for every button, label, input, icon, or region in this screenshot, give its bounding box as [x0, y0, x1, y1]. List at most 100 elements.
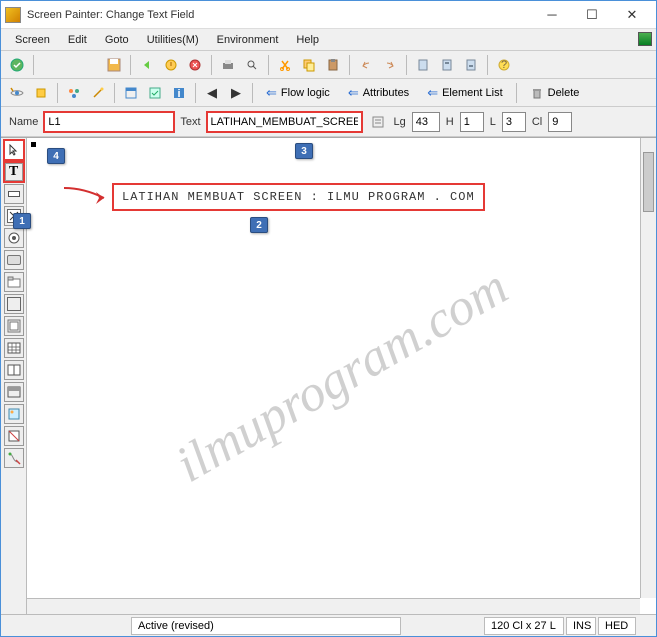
- display-icon[interactable]: [7, 83, 27, 103]
- l-label: L: [490, 116, 496, 128]
- delete-label: Delete: [548, 87, 580, 99]
- flow-logic-button[interactable]: ⇐Flow logic: [259, 83, 337, 103]
- titlebar: Screen Painter: Change Text Field ─ ☐ ✕: [1, 1, 656, 29]
- cut-icon[interactable]: [275, 55, 295, 75]
- flow-logic-label: Flow logic: [281, 87, 330, 99]
- separator: [349, 55, 350, 75]
- tool-status-icon[interactable]: [4, 426, 24, 446]
- toolbox: T: [1, 138, 27, 614]
- separator: [114, 83, 115, 103]
- close-button[interactable]: ✕: [612, 2, 652, 28]
- h-label: H: [446, 116, 454, 128]
- menu-screen[interactable]: Screen: [7, 32, 58, 48]
- check2-icon[interactable]: [145, 83, 165, 103]
- canvas[interactable]: LATIHAN MEMBUAT SCREEN : ILMU PROGRAM . …: [27, 138, 656, 614]
- menu-help[interactable]: Help: [288, 32, 327, 48]
- status-active: Active (revised): [131, 617, 401, 635]
- trash-icon: [530, 86, 544, 100]
- menu-goto[interactable]: Goto: [97, 32, 137, 48]
- h-field[interactable]: [460, 112, 484, 132]
- tool-tabstrip[interactable]: [4, 272, 24, 292]
- doc2-icon[interactable]: [437, 55, 457, 75]
- minimize-button[interactable]: ─: [532, 2, 572, 28]
- svg-text:i: i: [177, 88, 180, 100]
- property-bar: Name Text Lg H L Cl: [1, 107, 656, 137]
- l-field[interactable]: [502, 112, 526, 132]
- tool-table[interactable]: [4, 338, 24, 358]
- menu-utilities[interactable]: Utilities(M): [139, 32, 207, 48]
- toolbar-main: ?: [1, 51, 656, 79]
- save-icon[interactable]: [104, 55, 124, 75]
- tool-text[interactable]: T: [4, 162, 24, 182]
- status-coords: 120 Cl x 27 L: [484, 617, 564, 635]
- activate-icon[interactable]: [31, 83, 51, 103]
- statusbar: Active (revised) 120 Cl x 27 L INS HED: [1, 614, 656, 636]
- doc3-icon[interactable]: [461, 55, 481, 75]
- name-label: Name: [9, 116, 38, 128]
- lg-field[interactable]: [412, 112, 440, 132]
- separator: [33, 55, 34, 75]
- vertical-scrollbar[interactable]: [640, 138, 656, 598]
- text-field[interactable]: [207, 112, 362, 132]
- prev-icon[interactable]: ◀: [202, 83, 222, 103]
- tool-custom3[interactable]: [4, 448, 24, 468]
- cancel-icon[interactable]: [185, 55, 205, 75]
- app-window: Screen Painter: Change Text Field ─ ☐ ✕ …: [0, 0, 657, 637]
- separator: [252, 83, 253, 103]
- tool-input[interactable]: [4, 184, 24, 204]
- status-ins: INS: [566, 617, 596, 635]
- help-icon[interactable]: ?: [494, 55, 514, 75]
- attributes-button[interactable]: ⇐Attributes: [341, 83, 416, 103]
- copy-icon[interactable]: [299, 55, 319, 75]
- separator: [516, 83, 517, 103]
- name-field[interactable]: [44, 112, 174, 132]
- wand-icon[interactable]: [88, 83, 108, 103]
- maximize-button[interactable]: ☐: [572, 2, 612, 28]
- menu-environment[interactable]: Environment: [209, 32, 287, 48]
- layout-indicator-icon[interactable]: [638, 32, 652, 46]
- info-icon[interactable]: i: [169, 83, 189, 103]
- undo-icon[interactable]: [356, 55, 376, 75]
- toolbar-screen: i ◀ ▶ ⇐Flow logic ⇐Attributes ⇐Element L…: [1, 79, 656, 107]
- delete-button[interactable]: Delete: [523, 83, 587, 103]
- element-list-button[interactable]: ⇐Element List: [420, 83, 509, 103]
- print-icon[interactable]: [218, 55, 238, 75]
- tool-pointer[interactable]: [4, 140, 24, 160]
- attributes-label: Attributes: [363, 87, 409, 99]
- cl-label: Cl: [532, 116, 542, 128]
- badge-1: 1: [13, 213, 31, 229]
- find-icon[interactable]: [242, 55, 262, 75]
- separator: [195, 83, 196, 103]
- exit-icon[interactable]: [161, 55, 181, 75]
- element-list-label: Element List: [442, 87, 503, 99]
- horizontal-scrollbar[interactable]: [27, 598, 640, 614]
- tool-box[interactable]: [4, 294, 24, 314]
- badge-3: 3: [295, 143, 313, 159]
- window-title: Screen Painter: Change Text Field: [27, 9, 532, 21]
- placed-text-field[interactable]: LATIHAN MEMBUAT SCREEN : ILMU PROGRAM . …: [112, 183, 485, 211]
- paste-icon[interactable]: [323, 55, 343, 75]
- redo-icon[interactable]: [380, 55, 400, 75]
- lg-label: Lg: [394, 116, 406, 128]
- menu-edit[interactable]: Edit: [60, 32, 95, 48]
- tool-radio[interactable]: [4, 228, 24, 248]
- tool-custom1[interactable]: [4, 360, 24, 380]
- annotation-arrow-icon: [59, 183, 114, 213]
- tool-custom2[interactable]: [4, 382, 24, 402]
- object-icon[interactable]: [64, 83, 84, 103]
- svg-text:?: ?: [501, 59, 507, 71]
- separator: [487, 55, 488, 75]
- check-icon[interactable]: [7, 55, 27, 75]
- dictionary-icon[interactable]: [368, 112, 388, 132]
- cl-field[interactable]: [548, 112, 572, 132]
- doc1-icon[interactable]: [413, 55, 433, 75]
- watermark: ilmuprogram.com: [166, 257, 518, 494]
- tool-pushbutton[interactable]: [4, 250, 24, 270]
- tool-subscreen[interactable]: [4, 316, 24, 336]
- tool-icon[interactable]: [4, 404, 24, 424]
- next-icon[interactable]: ▶: [226, 83, 246, 103]
- layout-icon[interactable]: [121, 83, 141, 103]
- separator: [57, 83, 58, 103]
- back-icon[interactable]: [137, 55, 157, 75]
- app-icon: [5, 7, 21, 23]
